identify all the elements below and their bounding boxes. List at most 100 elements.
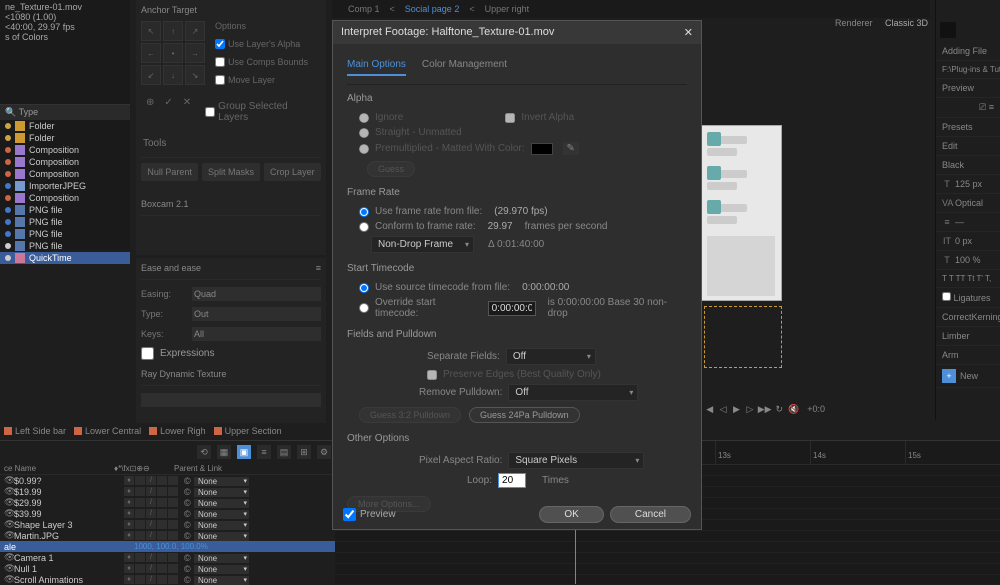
none-val[interactable]: — [955,217,964,227]
comp-tab-1[interactable]: Comp 1 [342,2,386,16]
transport-loop[interactable]: ↻ [775,403,784,415]
transform-value[interactable]: 1000, 100.0, 100.0% [114,542,208,551]
black-label[interactable]: Black [942,160,964,170]
project-filter[interactable]: 🔍 Type [0,104,130,120]
project-item[interactable]: Composition [0,156,130,168]
visibility-icon[interactable]: 👁 [4,486,14,497]
parent-link-icon[interactable]: © [184,520,194,530]
limber-label[interactable]: Limber [936,327,1000,346]
visibility-icon[interactable]: 👁 [4,508,14,519]
drop-frame-select[interactable]: Non-Drop Frame [371,236,474,253]
parent-select[interactable]: None [194,576,249,585]
preview-controls[interactable]: ⎚ ≡ [936,98,1000,118]
type-select[interactable]: Out [192,307,321,321]
parent-link-icon[interactable]: © [184,575,194,585]
transport-mute[interactable]: 🔇 [788,403,799,415]
ok-button[interactable]: OK [539,506,603,523]
anchor-grid[interactable]: ↖↑↗ ←•→ ↙↓↘ [141,21,205,89]
anchor-l[interactable]: ← [141,43,161,63]
project-item[interactable]: QuickTime [0,252,130,264]
tool-1[interactable]: ⟲ [197,445,211,459]
parent-link-icon[interactable]: © [184,498,194,508]
visibility-icon[interactable]: 👁 [4,563,14,574]
alpha-color-swatch[interactable] [531,143,553,155]
project-item[interactable]: PNG file [0,240,130,252]
project-item[interactable]: PNG file [0,228,130,240]
project-item[interactable]: ImporterJPEG [0,180,130,192]
px0-val[interactable]: 0 px [955,236,972,246]
visibility-icon[interactable]: 👁 [4,530,14,541]
pct100-val[interactable]: 100 % [955,255,981,265]
transport-step-fwd[interactable]: ▷ [745,403,754,415]
fr-conform-radio[interactable] [359,222,369,232]
comp-tab-3[interactable]: Upper right [479,2,536,16]
timeline-tab[interactable]: Left Side bar [4,425,66,437]
parent-link-icon[interactable]: © [184,487,194,497]
tab-main-options[interactable]: Main Options [347,59,406,76]
correct-kerning-label[interactable]: CorrectKerning [936,308,1000,327]
anchor-cancel-icon[interactable]: ✕ [183,97,191,127]
anchor-apply-icon[interactable]: ✓ [164,97,172,127]
layer-row[interactable]: 👁$19.99♦/©None [0,486,335,497]
loop-input[interactable] [498,473,526,488]
transport-play[interactable]: ▶ [732,403,741,415]
tool-4[interactable]: ≡ [257,445,271,459]
close-icon[interactable]: ✕ [684,26,693,39]
ligatures-check[interactable] [942,292,951,301]
presets-panel-label[interactable]: Presets [936,118,1000,137]
sep-fields-select[interactable]: Off [506,348,596,365]
layer-row[interactable]: 👁$39.99♦/©None [0,508,335,519]
parent-select[interactable]: None [194,554,249,563]
optical-val[interactable]: Optical [955,198,983,208]
parent-select[interactable]: None [194,499,249,508]
preview-check[interactable] [343,508,356,521]
layer-row[interactable]: 👁Scroll Animations♦/©None [0,574,335,585]
tool-7[interactable]: ⚙ [317,445,331,459]
parent-link-icon[interactable]: © [184,553,194,563]
project-item[interactable]: Folder [0,120,130,132]
project-item[interactable]: Folder [0,132,130,144]
timeline-tab[interactable]: Lower Central [74,425,141,437]
eyedropper-icon[interactable]: ✎ [563,142,579,155]
visibility-icon[interactable]: 👁 [4,552,14,563]
preview-panel-label[interactable]: Preview [936,79,1000,98]
parent-select[interactable]: None [194,532,249,541]
anchor-b[interactable]: ↓ [163,65,183,85]
project-item[interactable]: Composition [0,168,130,180]
split-masks-button[interactable]: Split Masks [202,163,259,181]
size-val[interactable]: 125 px [955,179,982,189]
transport-prev[interactable]: ◀ [705,403,714,415]
null-parent-button[interactable]: Null Parent [141,163,198,181]
parent-select[interactable]: None [194,565,249,574]
anchor-tool-icon[interactable]: ⊕ [146,97,154,127]
anchor-t[interactable]: ↑ [163,21,183,41]
parent-link-icon[interactable]: © [184,531,194,541]
anchor-tl[interactable]: ↖ [141,21,161,41]
arm-label[interactable]: Arm [942,350,959,360]
layer-row[interactable]: 👁Martin.JPG♦/©None [0,530,335,541]
new-icon[interactable]: + [942,369,956,383]
use-layers-alpha-check[interactable] [215,39,225,49]
comp-tab-2[interactable]: Social page 2 [399,2,466,16]
track-row[interactable] [335,542,1000,553]
parent-link-icon[interactable]: © [184,476,194,486]
timeline-tab[interactable]: Upper Section [214,425,282,437]
project-item[interactable]: Composition [0,144,130,156]
visibility-icon[interactable]: 👁 [4,574,14,585]
expressions-check[interactable] [141,347,154,360]
project-item[interactable]: PNG file [0,216,130,228]
anchor-br[interactable]: ↘ [185,65,205,85]
color-fill-swatch[interactable] [940,22,956,38]
ray-select[interactable] [141,393,321,407]
tool-2[interactable]: ▦ [217,445,231,459]
project-item[interactable]: PNG file [0,204,130,216]
parent-select[interactable]: None [194,521,249,530]
track-row[interactable] [335,564,1000,575]
tab-color-management[interactable]: Color Management [422,59,507,76]
move-layer-check[interactable] [215,75,225,85]
layer-row[interactable]: ale1000, 100.0, 100.0% [0,541,335,552]
anchor-bl[interactable]: ↙ [141,65,161,85]
transport-step-back[interactable]: ◁ [718,403,727,415]
layer-row[interactable]: 👁Null 1♦/©None [0,563,335,574]
anchor-r[interactable]: → [185,43,205,63]
